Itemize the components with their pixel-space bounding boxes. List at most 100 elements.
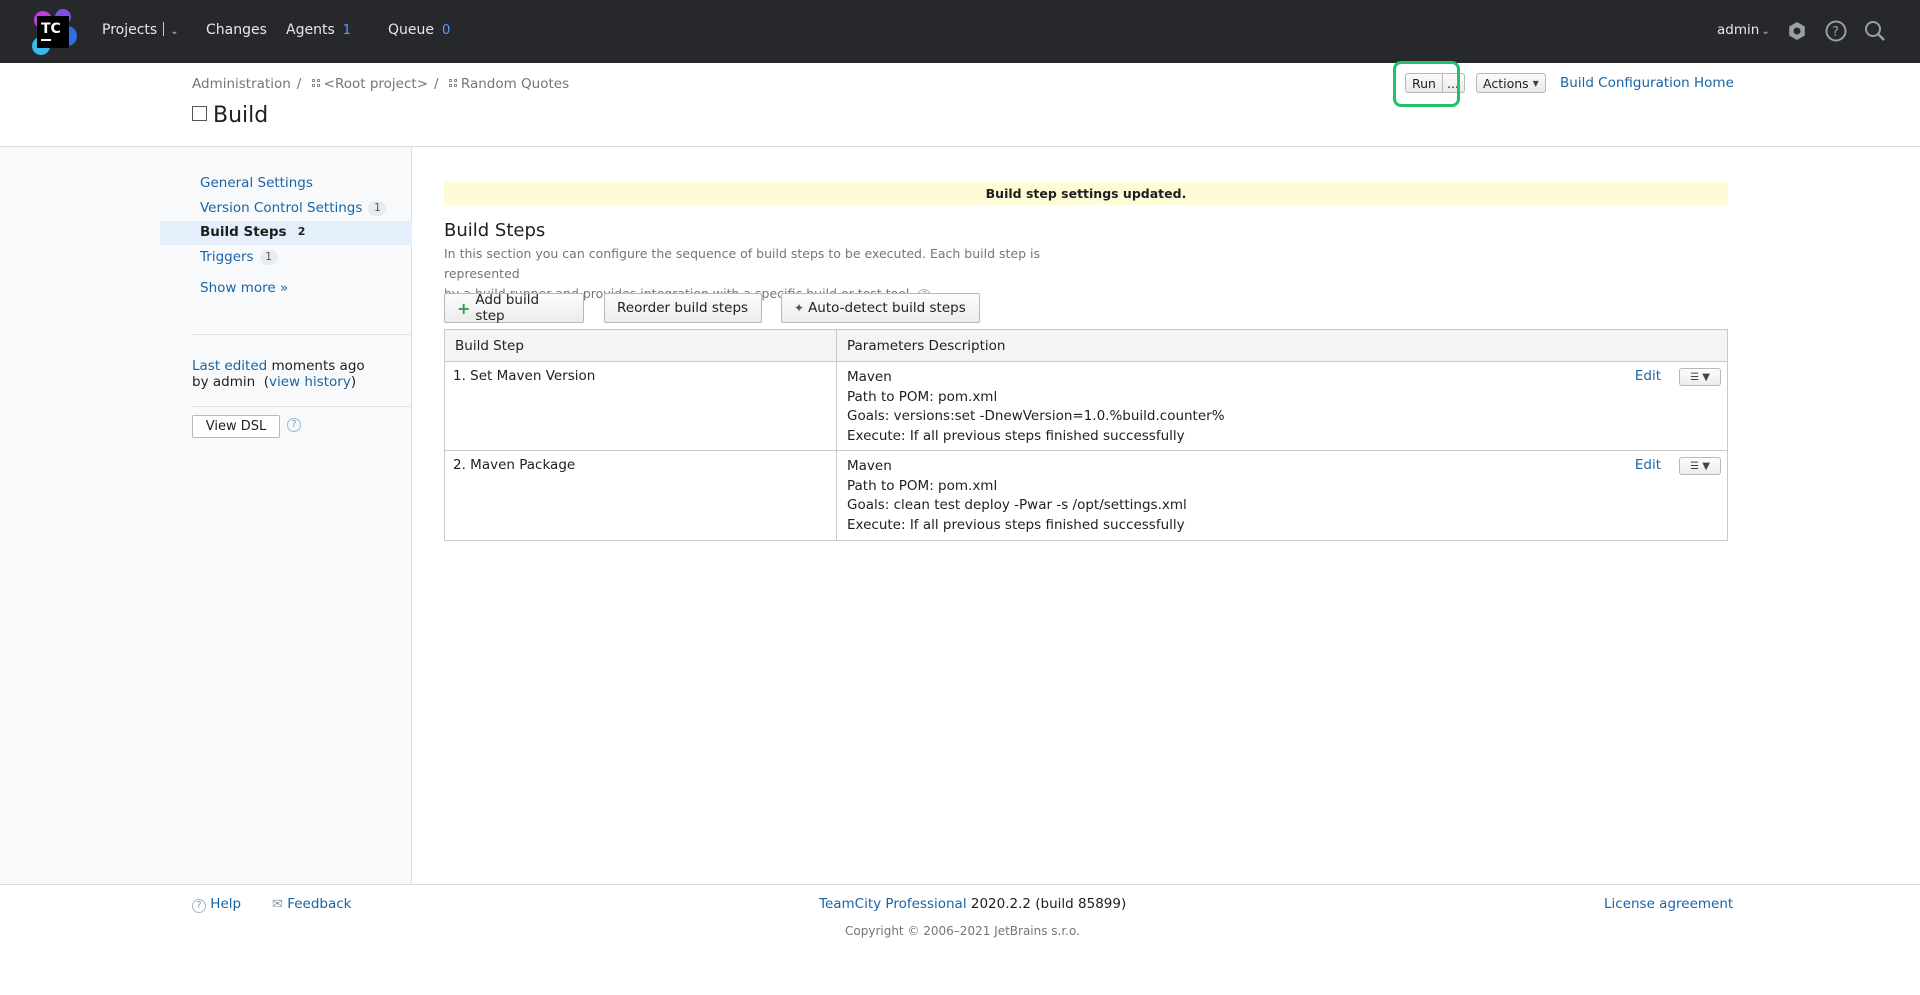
list-icon: ☰ xyxy=(1690,460,1700,472)
caret-down-icon: ▼ xyxy=(1702,460,1710,472)
sidebar-divider xyxy=(192,334,412,335)
nav-queue[interactable]: Queue 0 xyxy=(388,22,450,38)
edit-step-link[interactable]: Edit xyxy=(1635,368,1661,384)
nav-agents-label: Agents xyxy=(286,22,335,38)
project-icon xyxy=(448,79,458,88)
nav-agents[interactable]: Agents 1 xyxy=(286,22,351,38)
teamcity-logo[interactable]: TC xyxy=(29,8,79,56)
project-icon xyxy=(311,79,321,88)
build-config-icon xyxy=(192,106,207,121)
count-badge: 1 xyxy=(368,201,387,216)
help-icon[interactable]: ? xyxy=(1824,19,1848,43)
description-line: Goals: versions:set -DnewVersion=1.0.%bu… xyxy=(847,408,1225,424)
step-description: Maven Path to POM: pom.xml Goals: clean … xyxy=(837,451,1727,540)
chevron-down-icon[interactable]: ⌄ xyxy=(170,26,178,37)
page-title: Build xyxy=(192,103,268,128)
description-line: Maven xyxy=(847,458,892,474)
step-description: Maven Path to POM: pom.xml Goals: versio… xyxy=(837,362,1727,450)
last-edited-info: Last edited moments ago by admin (view h… xyxy=(192,358,365,390)
nav-queue-label: Queue xyxy=(388,22,434,38)
last-edited-time: moments ago xyxy=(271,358,365,374)
list-icon: ☰ xyxy=(1690,371,1700,383)
chevron-down-icon: ⌄ xyxy=(1761,26,1770,37)
page-title-text: Build xyxy=(213,103,269,128)
top-header: TC Projects ⌄ Changes Agents 1 Queue 0 admi… xyxy=(0,0,1920,63)
sidebar-item-label: Version Control Settings xyxy=(200,200,363,216)
auto-detect-build-steps-button[interactable]: ✦ Auto-detect build steps xyxy=(781,293,980,323)
sidebar-item-label: General Settings xyxy=(200,175,313,191)
reorder-build-steps-label: Reorder build steps xyxy=(617,300,749,316)
breadcrumb: Administration / <Root project> / Random Q… xyxy=(192,76,570,92)
last-edited-link[interactable]: Last edited xyxy=(192,358,267,374)
edited-by: by admin xyxy=(192,374,256,390)
user-menu[interactable]: admin ⌄ xyxy=(1717,22,1770,38)
description-line: Execute: If all previous steps finished … xyxy=(847,427,1185,444)
reorder-build-steps-button[interactable]: Reorder build steps xyxy=(604,293,762,323)
help-icon: ? xyxy=(192,899,206,913)
run-button-group: Run ... xyxy=(1405,73,1465,93)
actions-dropdown[interactable]: Actions ▼ xyxy=(1476,73,1546,93)
user-name: admin xyxy=(1717,22,1760,38)
sidebar-item-version-control-settings[interactable]: Version Control Settings 1 xyxy=(200,200,387,216)
section-title: Build Steps xyxy=(444,220,546,241)
queue-count: 0 xyxy=(442,23,451,38)
breadcrumb-root-project[interactable]: <Root project> xyxy=(324,76,428,92)
svg-text:TC: TC xyxy=(41,21,61,37)
footer-divider xyxy=(0,884,1920,885)
sidebar-divider xyxy=(192,406,412,407)
add-build-step-button[interactable]: + Add build step xyxy=(444,292,584,324)
description-line: In this section you can configure the se… xyxy=(444,246,1040,281)
view-dsl-button[interactable]: View DSL xyxy=(192,415,280,438)
actions-label: Actions xyxy=(1483,75,1529,91)
sidebar-item-triggers[interactable]: Triggers 1 xyxy=(200,249,278,265)
table-row: 1. Set Maven Version Maven Path to POM: … xyxy=(445,362,1727,451)
count-badge: 1 xyxy=(259,250,278,265)
nav-projects-label: Projects xyxy=(102,22,158,38)
step-actions-menu[interactable]: ☰ ▼ xyxy=(1679,457,1721,475)
help-link[interactable]: Help xyxy=(210,896,241,912)
build-steps-table: Build Step Parameters Description 1. Set… xyxy=(444,329,1728,541)
license-agreement-link[interactable]: License agreement xyxy=(1604,896,1733,912)
administration-gear-icon[interactable] xyxy=(1785,19,1809,43)
sidebar-item-label: Build Steps xyxy=(200,224,287,240)
auto-detect-label: Auto-detect build steps xyxy=(808,300,966,316)
feedback-link[interactable]: Feedback xyxy=(287,896,351,912)
view-history-link[interactable]: view history xyxy=(269,374,351,390)
show-more-link[interactable]: Show more » xyxy=(200,280,288,296)
sidebar-item-general-settings[interactable]: General Settings xyxy=(200,175,313,191)
teamcity-product-link[interactable]: TeamCity Professional xyxy=(819,896,967,912)
column-header-build-step: Build Step xyxy=(445,330,837,361)
run-button[interactable]: Run xyxy=(1406,74,1443,92)
table-header: Build Step Parameters Description xyxy=(445,330,1727,362)
nav-projects[interactable]: Projects ⌄ xyxy=(102,22,179,38)
breadcrumb-administration[interactable]: Administration xyxy=(192,76,291,92)
description-line: Goals: clean test deploy -Pwar -s /opt/s… xyxy=(847,497,1187,513)
count-badge: 2 xyxy=(297,225,306,238)
description-line: Execute: If all previous steps finished … xyxy=(847,516,1185,533)
add-build-step-label: Add build step xyxy=(475,292,540,324)
caret-down-icon: ▼ xyxy=(1532,78,1539,88)
help-icon[interactable]: ? xyxy=(287,418,301,432)
caret-down-icon: ▼ xyxy=(1702,371,1710,383)
edit-step-link[interactable]: Edit xyxy=(1635,457,1661,473)
step-actions-menu[interactable]: ☰ ▼ xyxy=(1679,368,1721,386)
copyright-text: Copyright © 2006–2021 JetBrains s.r.o. xyxy=(845,924,1080,938)
breadcrumb-random-quotes[interactable]: Random Quotes xyxy=(461,76,569,92)
run-custom-button[interactable]: ... xyxy=(1443,74,1463,92)
table-row: 2. Maven Package Maven Path to POM: pom.… xyxy=(445,451,1727,540)
sidebar-item-build-steps[interactable]: Build Steps 2 xyxy=(200,224,311,240)
sidebar-item-label: Triggers xyxy=(200,249,254,265)
build-configuration-home-link[interactable]: Build Configuration Home xyxy=(1560,75,1734,91)
magic-wand-icon: ✦ xyxy=(794,301,805,315)
description-line: Maven xyxy=(847,369,892,385)
footer-help[interactable]: ? Help xyxy=(192,896,241,913)
svg-text:?: ? xyxy=(1832,25,1839,40)
footer-feedback[interactable]: ✉ Feedback xyxy=(272,896,352,912)
column-header-parameters: Parameters Description xyxy=(847,338,1006,354)
step-name: 2. Maven Package xyxy=(445,451,837,540)
step-name: 1. Set Maven Version xyxy=(445,362,837,450)
description-line: Path to POM: pom.xml xyxy=(847,477,998,494)
agents-count: 1 xyxy=(342,23,352,38)
search-icon[interactable] xyxy=(1863,19,1887,43)
nav-changes[interactable]: Changes xyxy=(206,22,267,38)
